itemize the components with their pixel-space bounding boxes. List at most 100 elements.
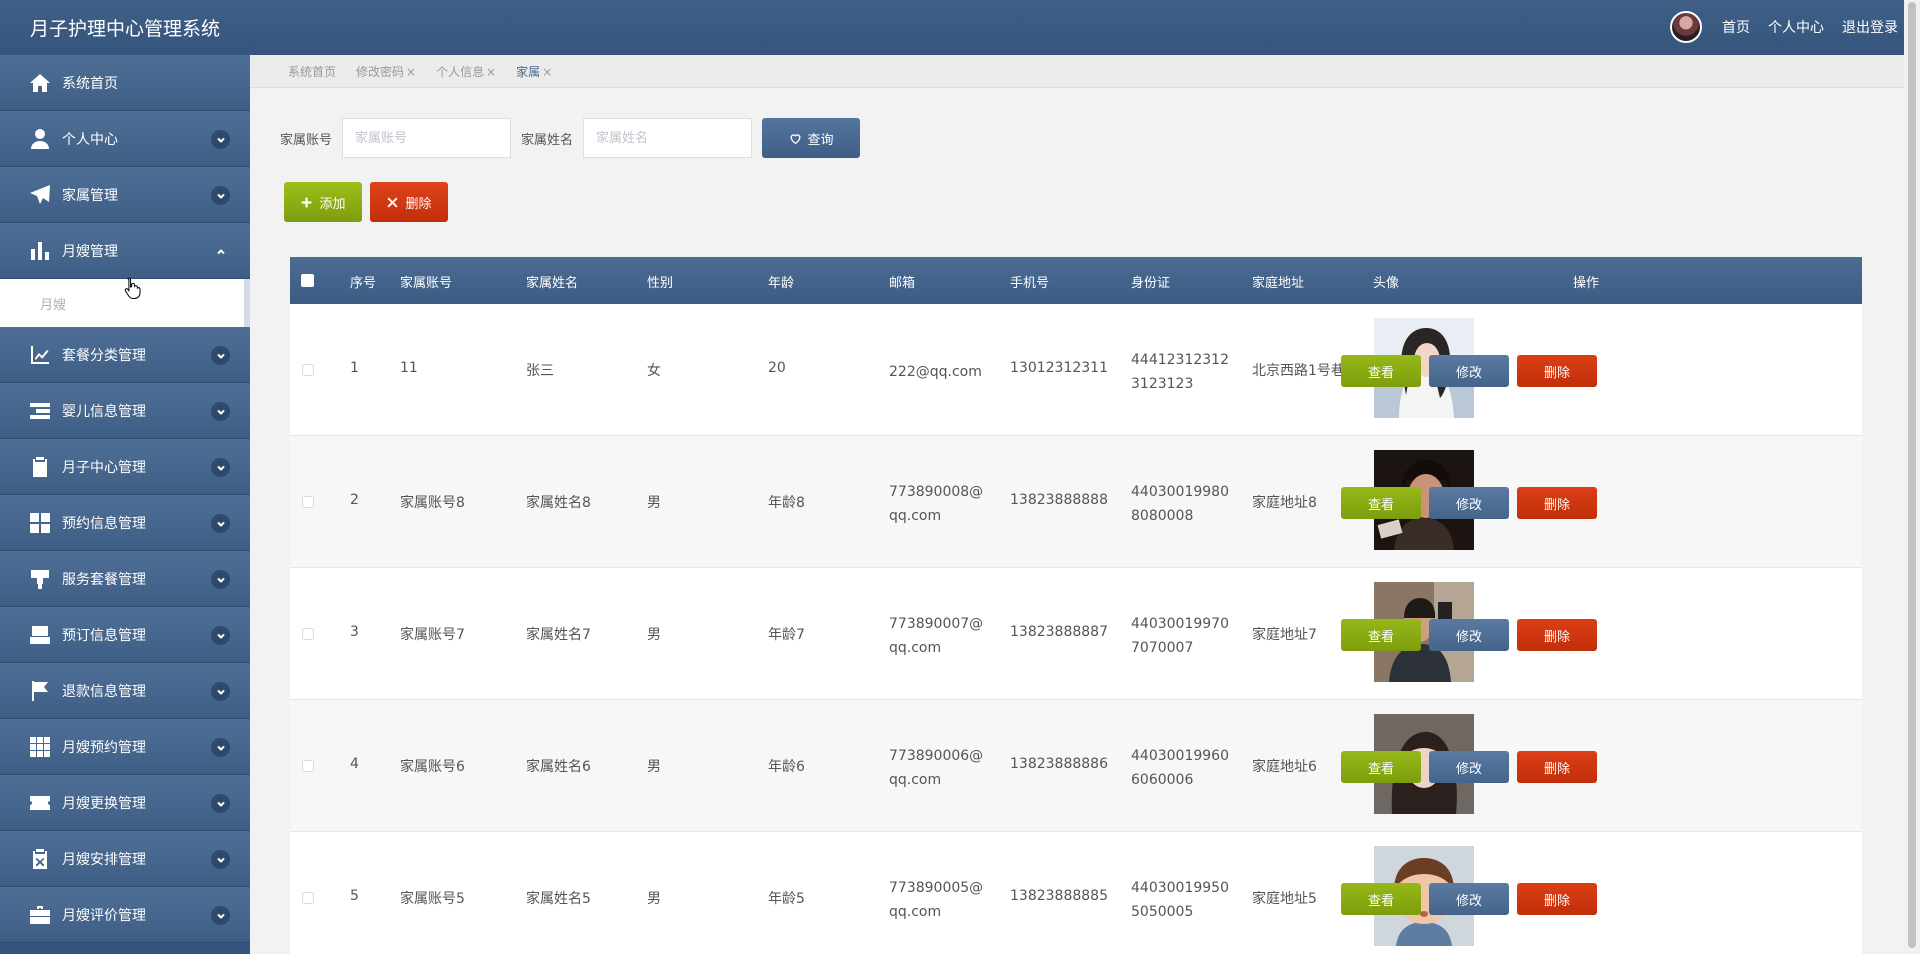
scrollbar-thumb[interactable] [1908, 2, 1916, 948]
delete-button[interactable]: 删除 [370, 182, 448, 222]
sidebar-item-service-package[interactable]: 服务套餐管理 [0, 551, 250, 607]
chevron-up-icon[interactable] [211, 242, 230, 261]
close-icon[interactable]: × [486, 65, 496, 79]
cell-idcard: 444123123123123123 [1131, 352, 1229, 392]
sidebar-item-personal-center[interactable]: 个人中心 [0, 111, 250, 167]
briefcase-icon [28, 903, 52, 927]
sidebar-item-family[interactable]: 家属管理 [0, 167, 250, 223]
tab-personal-info[interactable]: 个人信息 × [436, 63, 496, 80]
remove-button[interactable]: 删除 [1517, 487, 1597, 519]
view-button[interactable]: 查看 [1341, 619, 1421, 651]
chevron-down-icon[interactable] [211, 682, 230, 701]
sidebar-item-label: 预订信息管理 [62, 627, 146, 644]
edit-button[interactable]: 修改 [1429, 355, 1509, 387]
remove-button[interactable]: 删除 [1517, 355, 1597, 387]
sidebar-item-booking[interactable]: 预订信息管理 [0, 607, 250, 663]
user-avatar[interactable] [1670, 11, 1702, 43]
sidebar-item-nanny-schedule[interactable]: 月嫂安排管理 [0, 831, 250, 887]
close-icon[interactable]: × [542, 65, 552, 79]
col-account: 家属账号 [400, 276, 453, 291]
cell-gender: 男 [647, 891, 661, 907]
view-button[interactable]: 查看 [1341, 355, 1421, 387]
remove-button[interactable]: 删除 [1517, 619, 1597, 651]
inbox-icon [28, 623, 52, 647]
cell-idcard: 440300199606060006 [1131, 748, 1229, 788]
sidebar-item-label: 月嫂安排管理 [62, 851, 146, 868]
grid-icon [28, 511, 52, 535]
cell-age: 年龄8 [768, 495, 805, 511]
tab-family[interactable]: 家属 × [516, 63, 552, 80]
chevron-down-icon[interactable] [211, 130, 230, 149]
list-icon [28, 399, 52, 423]
sidebar-item-package-category[interactable]: 套餐分类管理 [0, 327, 250, 383]
chevron-down-icon[interactable] [211, 626, 230, 645]
name-search-input[interactable] [583, 118, 753, 158]
sidebar-item-nanny[interactable]: 月嫂管理 [0, 223, 250, 279]
remove-button[interactable]: 删除 [1517, 751, 1597, 783]
account-search-input[interactable] [342, 118, 512, 158]
close-icon[interactable]: × [406, 65, 416, 79]
chevron-down-icon[interactable] [211, 738, 230, 757]
edit-button[interactable]: 修改 [1429, 751, 1509, 783]
search-bar: 家属账号 家属姓名 查询 [280, 118, 861, 158]
profile-link[interactable]: 个人中心 [1768, 17, 1824, 37]
sidebar-item-label: 预约信息管理 [62, 515, 146, 532]
view-button[interactable]: 查看 [1341, 487, 1421, 519]
sidebar-item-baby-info[interactable]: 婴儿信息管理 [0, 383, 250, 439]
sidebar-item-appointment[interactable]: 预约信息管理 [0, 495, 250, 551]
query-button[interactable]: 查询 [762, 118, 861, 158]
sidebar-item-center[interactable]: 月子中心管理 [0, 439, 250, 495]
chevron-down-icon[interactable] [211, 402, 230, 421]
tab-label: 系统首页 [288, 64, 337, 79]
edit-button[interactable]: 修改 [1429, 487, 1509, 519]
edit-button[interactable]: 修改 [1429, 619, 1509, 651]
row-checkbox[interactable] [302, 496, 314, 508]
select-all-checkbox[interactable] [301, 274, 314, 287]
cell-age: 年龄5 [768, 891, 805, 907]
sidebar-item-home[interactable]: 系统首页 [0, 55, 250, 111]
row-checkbox[interactable] [302, 760, 314, 772]
cell-gender: 男 [647, 627, 661, 643]
user-icon [28, 127, 52, 151]
table-row: 4 家属账号6 家属姓名6 男 年龄6 773890006@qq.com 138… [290, 700, 1862, 832]
cell-email: 773890006@qq.com [889, 748, 984, 788]
row-checkbox[interactable] [302, 892, 314, 904]
sidebar-item-nanny-review[interactable]: 月嫂评价管理 [0, 887, 250, 943]
cell-no: 1 [350, 360, 359, 376]
chevron-down-icon[interactable] [211, 794, 230, 813]
cell-no: 3 [350, 624, 359, 640]
view-button[interactable]: 查看 [1341, 751, 1421, 783]
sidebar-item-nanny-appointment[interactable]: 月嫂预约管理 [0, 719, 250, 775]
chevron-down-icon[interactable] [211, 906, 230, 925]
sidebar-item-label: 系统首页 [62, 75, 118, 92]
edit-button[interactable]: 修改 [1429, 883, 1509, 915]
col-phone: 手机号 [1010, 276, 1050, 291]
home-link[interactable]: 首页 [1722, 17, 1750, 37]
cell-name: 张三 [526, 363, 554, 379]
chevron-down-icon[interactable] [211, 346, 230, 365]
cell-address: 家庭地址5 [1252, 891, 1317, 907]
sidebar-item-refund[interactable]: 退款信息管理 [0, 663, 250, 719]
paper-plane-icon [28, 183, 52, 207]
chevron-down-icon[interactable] [211, 458, 230, 477]
row-checkbox[interactable] [302, 364, 314, 376]
view-button[interactable]: 查看 [1341, 883, 1421, 915]
chevron-down-icon[interactable] [211, 514, 230, 533]
tab-change-password[interactable]: 修改密码 × [356, 63, 416, 80]
add-button[interactable]: 添加 [284, 182, 362, 222]
apps-icon [28, 735, 52, 759]
cell-name: 家属姓名8 [526, 495, 591, 511]
tab-home[interactable]: 系统首页 [288, 63, 336, 80]
col-avatar: 头像 [1373, 276, 1400, 291]
remove-button[interactable]: 删除 [1517, 883, 1597, 915]
cell-phone: 13823888888 [1010, 492, 1108, 508]
sidebar-item-nanny-change[interactable]: 月嫂更换管理 [0, 775, 250, 831]
chevron-down-icon[interactable] [211, 570, 230, 589]
chevron-down-icon[interactable] [211, 186, 230, 205]
logout-link[interactable]: 退出登录 [1842, 17, 1898, 37]
cell-no: 4 [350, 756, 359, 772]
row-checkbox[interactable] [302, 628, 314, 640]
page-scrollbar[interactable] [1904, 0, 1920, 954]
chevron-down-icon[interactable] [211, 850, 230, 869]
sidebar-item-label: 婴儿信息管理 [62, 403, 146, 420]
